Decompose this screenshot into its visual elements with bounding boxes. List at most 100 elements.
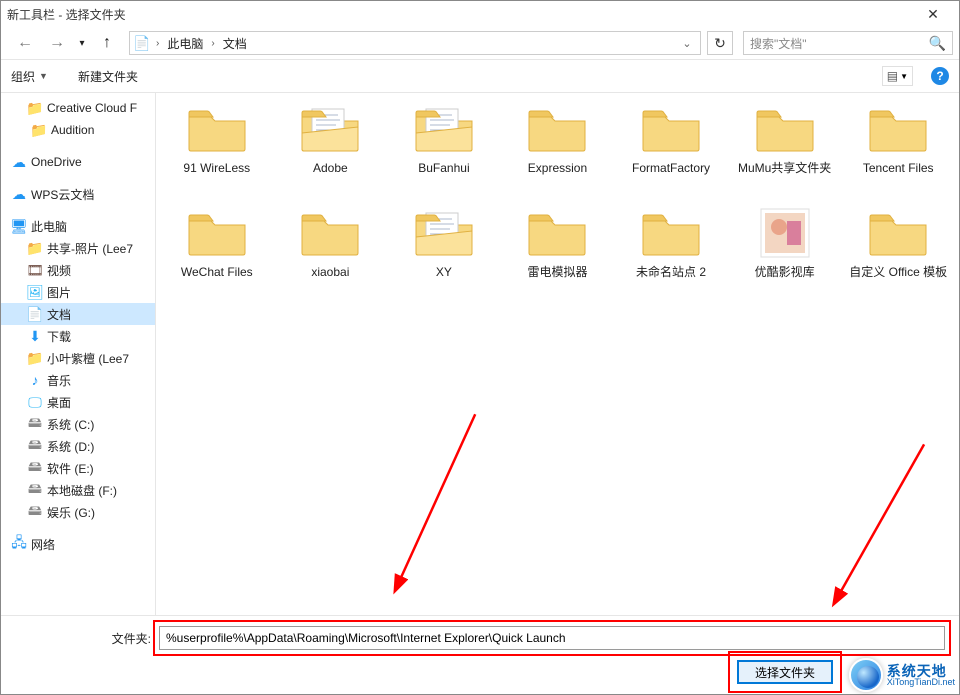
address-bar[interactable]: 📄 › 此电脑 › 文档 ⌄ bbox=[129, 31, 701, 55]
crumb-sep-icon: › bbox=[154, 38, 161, 49]
folder-path-input[interactable] bbox=[159, 626, 945, 650]
path-label: 文件夹: bbox=[101, 630, 151, 647]
tree-creative-cloud[interactable]: 📁Creative Cloud F bbox=[1, 97, 155, 119]
folder-item[interactable]: 未命名站点 2 bbox=[614, 207, 728, 281]
folder-icon bbox=[639, 103, 703, 155]
new-folder-button[interactable]: 新建文件夹 bbox=[78, 68, 138, 85]
tree-sys-d[interactable]: 🖴系统 (D:) bbox=[1, 435, 155, 457]
folder-item[interactable]: 雷电模拟器 bbox=[501, 207, 615, 281]
tree-documents[interactable]: 📄文档 bbox=[1, 303, 155, 325]
item-label: FormatFactory bbox=[632, 161, 710, 177]
up-button[interactable]: ↑ bbox=[93, 30, 121, 56]
address-dropdown[interactable]: ⌄ bbox=[678, 37, 696, 50]
crumb-current[interactable]: 文档 bbox=[221, 35, 249, 52]
tree-sys-c[interactable]: 🖴系统 (C:) bbox=[1, 413, 155, 435]
location-icon: 📄 bbox=[134, 35, 150, 51]
dialog-window: 新工具栏 - 选择文件夹 ✕ ← → ▾ ↑ 📄 › 此电脑 › 文档 ⌄ ↻ … bbox=[0, 0, 960, 695]
drive-icon: 🖴 bbox=[27, 416, 43, 432]
folder-paper-icon bbox=[412, 103, 476, 155]
folder-icon bbox=[866, 207, 930, 259]
folder-item[interactable]: MuMu共享文件夹 bbox=[728, 103, 842, 177]
tree-share-photos[interactable]: 📁共享-照片 (Lee7 bbox=[1, 237, 155, 259]
folder-item[interactable]: xiaobai bbox=[274, 207, 388, 281]
history-dropdown[interactable]: ▾ bbox=[75, 38, 89, 49]
view-icon: ▤ bbox=[887, 69, 898, 83]
titlebar: 新工具栏 - 选择文件夹 ✕ bbox=[1, 1, 959, 27]
refresh-button[interactable]: ↻ bbox=[707, 31, 733, 55]
folder-paper-icon bbox=[298, 103, 362, 155]
folder-item[interactable]: WeChat Files bbox=[160, 207, 274, 281]
item-label: xiaobai bbox=[311, 265, 349, 281]
folder-icon: 📁 bbox=[27, 350, 43, 366]
select-folder-button[interactable]: 选择文件夹 bbox=[737, 660, 833, 684]
search-box[interactable]: 搜索"文档" 🔍 bbox=[743, 31, 953, 55]
nav-row: ← → ▾ ↑ 📄 › 此电脑 › 文档 ⌄ ↻ 搜索"文档" 🔍 bbox=[1, 27, 959, 59]
close-button[interactable]: ✕ bbox=[913, 2, 953, 26]
help-button[interactable]: ? bbox=[931, 67, 949, 85]
tree-onedrive[interactable]: ☁OneDrive bbox=[1, 151, 155, 173]
folder-item[interactable]: Tencent Files bbox=[841, 103, 955, 177]
folder-content[interactable]: 91 WireLess Adobe BuFanhui Expression Fo… bbox=[156, 93, 959, 615]
cloud-icon: ☁ bbox=[11, 186, 27, 202]
back-button[interactable]: ← bbox=[11, 30, 39, 56]
toolbar: 组织 ▼ 新建文件夹 ▤ ▼ ? bbox=[1, 59, 959, 93]
watermark: 系统天地 XiTongTianDi.net bbox=[849, 658, 955, 692]
chevron-down-icon: ▼ bbox=[900, 72, 908, 81]
tree-pictures[interactable]: 🖼图片 bbox=[1, 281, 155, 303]
bottom-panel: 文件夹: 选择文件夹 取消 bbox=[1, 615, 959, 694]
tree-soft-e[interactable]: 🖴软件 (E:) bbox=[1, 457, 155, 479]
folder-icon: 📁 bbox=[27, 240, 43, 256]
item-label: 自定义 Office 模板 bbox=[849, 265, 947, 281]
folder-item[interactable]: Expression bbox=[501, 103, 615, 177]
tree-audition[interactable]: 📁Audition bbox=[1, 119, 155, 141]
folder-icon bbox=[298, 207, 362, 259]
watermark-logo-icon bbox=[849, 658, 883, 692]
folder-icon: 📁 bbox=[27, 100, 43, 116]
tree-videos[interactable]: 🎞视频 bbox=[1, 259, 155, 281]
path-row: 文件夹: bbox=[101, 626, 945, 650]
tree-local-f[interactable]: 🖴本地磁盘 (F:) bbox=[1, 479, 155, 501]
item-label: XY bbox=[436, 265, 452, 281]
image-thumb-icon bbox=[753, 207, 817, 259]
tree-downloads[interactable]: ⬇下载 bbox=[1, 325, 155, 347]
folder-icon bbox=[185, 103, 249, 155]
item-label: Expression bbox=[528, 161, 587, 177]
button-row: 选择文件夹 取消 bbox=[101, 660, 945, 684]
tree-ent-g[interactable]: 🖴娱乐 (G:) bbox=[1, 501, 155, 523]
folder-icon bbox=[639, 207, 703, 259]
tree-this-pc[interactable]: 🖥此电脑 bbox=[1, 215, 155, 237]
tree-network[interactable]: 🖧网络 bbox=[1, 533, 155, 555]
organize-menu[interactable]: 组织 ▼ bbox=[11, 68, 48, 85]
drive-icon: 🖴 bbox=[27, 504, 43, 520]
window-title: 新工具栏 - 选择文件夹 bbox=[7, 6, 913, 23]
item-label: BuFanhui bbox=[418, 161, 469, 177]
folder-item[interactable]: Adobe bbox=[274, 103, 388, 177]
tree-desktop[interactable]: 🖵桌面 bbox=[1, 391, 155, 413]
folder-icon bbox=[866, 103, 930, 155]
folder-icon: 📁 bbox=[31, 122, 47, 138]
folder-item[interactable]: 91 WireLess bbox=[160, 103, 274, 177]
crumb-sep-icon: › bbox=[209, 38, 216, 49]
tree-wps[interactable]: ☁WPS云文档 bbox=[1, 183, 155, 205]
folder-item[interactable]: XY bbox=[387, 207, 501, 281]
folder-icon bbox=[753, 103, 817, 155]
drive-icon: 🖴 bbox=[27, 482, 43, 498]
tree-music[interactable]: ♪音乐 bbox=[1, 369, 155, 391]
drive-icon: 🖴 bbox=[27, 438, 43, 454]
folder-icon bbox=[525, 103, 589, 155]
folder-item[interactable]: 自定义 Office 模板 bbox=[841, 207, 955, 281]
tree-xiaoye[interactable]: 📁小叶紫檀 (Lee7 bbox=[1, 347, 155, 369]
search-placeholder: 搜索"文档" bbox=[750, 35, 929, 52]
folder-item[interactable]: BuFanhui bbox=[387, 103, 501, 177]
view-mode-button[interactable]: ▤ ▼ bbox=[882, 66, 913, 86]
forward-button[interactable]: → bbox=[43, 30, 71, 56]
folder-item[interactable]: 优酷影视库 bbox=[728, 207, 842, 281]
crumb-root[interactable]: 此电脑 bbox=[165, 35, 205, 52]
item-label: 91 WireLess bbox=[183, 161, 250, 177]
main-area: 📁Creative Cloud F 📁Audition ☁OneDrive ☁W… bbox=[1, 93, 959, 615]
download-icon: ⬇ bbox=[27, 328, 43, 344]
network-icon: 🖧 bbox=[11, 536, 27, 552]
sidebar-tree: 📁Creative Cloud F 📁Audition ☁OneDrive ☁W… bbox=[1, 93, 156, 615]
folder-item[interactable]: FormatFactory bbox=[614, 103, 728, 177]
item-label: Adobe bbox=[313, 161, 348, 177]
